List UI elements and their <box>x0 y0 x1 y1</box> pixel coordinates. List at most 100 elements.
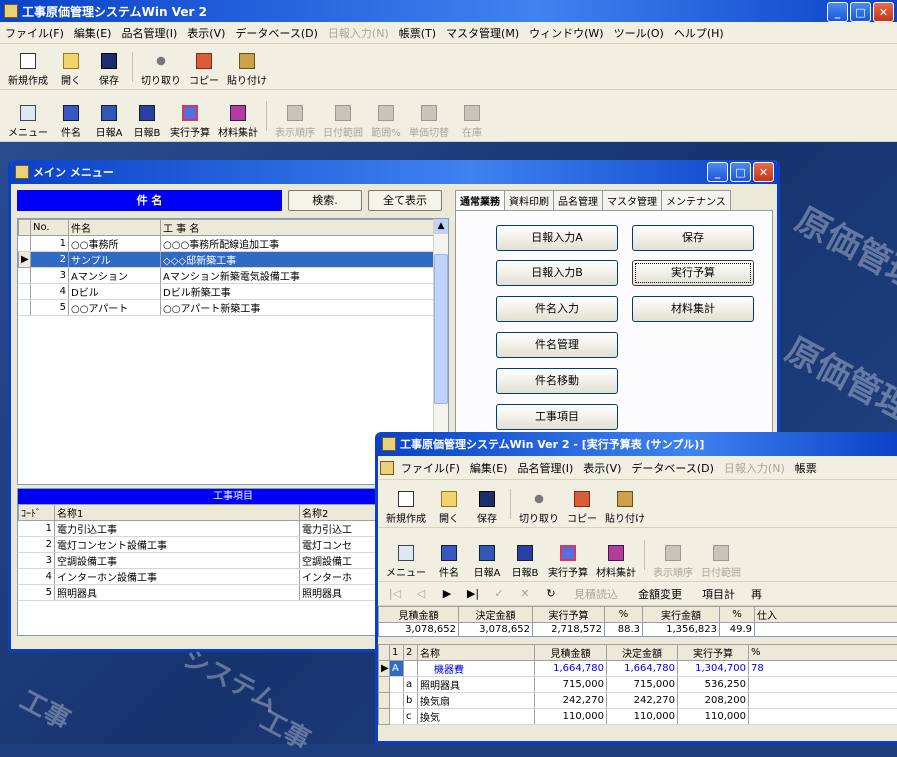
menu-help[interactable]: ヘルプ(H) <box>669 25 729 41</box>
range-percent-button: 範囲% <box>367 105 405 139</box>
tab-item-management[interactable]: 品名管理 <box>553 190 603 210</box>
tab-master-management[interactable]: マスタ管理 <box>602 190 662 210</box>
menu-item-management[interactable]: 品名管理(I) <box>116 25 182 41</box>
grid-row[interactable]: b換気扇 242,270242,270208,200 <box>379 693 897 709</box>
open-button[interactable]: 開く <box>430 491 468 525</box>
minimize-button[interactable]: _ <box>827 2 848 22</box>
cut-button[interactable]: 切り取り <box>515 491 563 525</box>
amount-change-button[interactable]: 金額変更 <box>628 586 692 602</box>
budget-title-bar[interactable]: 工事原価管理システムWin Ver 2 - [実行予算表 (サンプル)] <box>378 432 897 456</box>
menu-button[interactable]: メニュー <box>382 545 430 579</box>
new-button[interactable]: 新規作成 <box>4 53 52 87</box>
menu-database[interactable]: データベース(D) <box>626 460 719 476</box>
app-title-bar[interactable]: 工事原価管理システムWin Ver 2 _ □ ✕ <box>0 0 897 22</box>
column-header-level2[interactable]: 2 <box>404 645 418 661</box>
grid-row[interactable]: a照明器具 715,000715,000536,250 <box>379 677 897 693</box>
column-header-decided[interactable]: 決定金額 <box>607 645 678 661</box>
material-summary-button[interactable]: 材料集計 <box>214 105 262 139</box>
daily-input-a-button[interactable]: 日報入力A <box>496 225 618 251</box>
nav-next-icon[interactable]: ▶ <box>434 587 460 600</box>
main-menu-title-bar[interactable]: メイン メニュー _ □ ✕ <box>11 160 777 184</box>
menu-view[interactable]: 表示(V) <box>578 460 626 476</box>
daily-input-b-button[interactable]: 日報入力B <box>496 260 618 286</box>
table-row[interactable]: 4DビルDビル新築工事 <box>19 284 434 300</box>
subject-button[interactable]: 件名 <box>430 545 468 579</box>
execution-budget-button[interactable]: 実行予算 <box>544 545 592 579</box>
recalc-button[interactable]: 再 <box>745 586 768 602</box>
grid-row[interactable]: c換気 110,000110,000110,000 <box>379 709 897 725</box>
menu-view[interactable]: 表示(V) <box>182 25 230 41</box>
execution-budget-button[interactable]: 実行予算 <box>166 105 214 139</box>
date-range-button: 日付範囲 <box>697 545 745 579</box>
close-button[interactable]: ✕ <box>753 162 774 182</box>
menu-tools[interactable]: ツール(O) <box>609 25 669 41</box>
minimize-button[interactable]: _ <box>707 162 728 182</box>
menu-database[interactable]: データベース(D) <box>230 25 323 41</box>
tab-document-print[interactable]: 資料印刷 <box>504 190 554 210</box>
open-button[interactable]: 開く <box>52 53 90 87</box>
column-header-subject[interactable]: 件名 <box>69 220 161 236</box>
daily-report-b-button[interactable]: 日報B <box>506 545 544 579</box>
search-button[interactable]: 検索. <box>288 190 362 211</box>
menu-reports[interactable]: 帳票 <box>790 460 822 476</box>
subject-move-button[interactable]: 件名移動 <box>496 368 618 394</box>
subject-input-button[interactable]: 件名入力 <box>496 296 618 322</box>
column-header-name[interactable]: 名称 <box>418 645 535 661</box>
save-button[interactable]: 保存 <box>90 53 128 87</box>
daily-report-a-button[interactable]: 日報A <box>468 545 506 579</box>
column-header-name1[interactable]: 名称1 <box>55 505 300 521</box>
new-doc-icon <box>20 53 36 69</box>
material-summary-menu-button[interactable]: 材料集計 <box>632 296 754 322</box>
work-items-button[interactable]: 工事項目 <box>496 404 618 430</box>
menu-file[interactable]: ファイル(F) <box>0 25 69 41</box>
table-row[interactable]: 5○○アパート○○アパート新築工事 <box>19 300 434 316</box>
daily-report-a-button[interactable]: 日報A <box>90 105 128 139</box>
paste-button[interactable]: 貼り付け <box>223 53 271 87</box>
column-header-budget[interactable]: 実行予算 <box>678 645 749 661</box>
item-total-button[interactable]: 項目計 <box>692 586 745 602</box>
menu-master[interactable]: マスタ管理(M) <box>441 25 524 41</box>
menu-reports[interactable]: 帳票(T) <box>394 25 441 41</box>
menu-edit[interactable]: 編集(E) <box>465 460 513 476</box>
menu-window[interactable]: ウィンドウ(W) <box>524 25 608 41</box>
grid-row-selected[interactable]: ▶ A 機器費 1,664,780 1,664,780 1,304,700 78 <box>379 661 897 677</box>
tab-maintenance[interactable]: メンテナンス <box>661 190 731 210</box>
paste-button[interactable]: 貼り付け <box>601 491 649 525</box>
menu-file[interactable]: ファイル(F) <box>396 460 465 476</box>
restore-button[interactable]: □ <box>730 162 751 182</box>
column-header-code[interactable]: ｺｰﾄﾞ <box>19 505 55 521</box>
menu-item-management[interactable]: 品名管理(I) <box>512 460 578 476</box>
show-all-button[interactable]: 全て表示 <box>368 190 442 211</box>
subject-button[interactable]: 件名 <box>52 105 90 139</box>
save-menu-button[interactable]: 保存 <box>632 225 754 251</box>
budget-detail-grid: 1 2 名称 見積金額 決定金額 実行予算 % ▶ A 機器費 1,664,78… <box>378 644 897 725</box>
tab-regular-work[interactable]: 通常業務 <box>455 190 505 210</box>
column-header-no[interactable]: No. <box>31 220 69 236</box>
table-row-selected[interactable]: ▶2サンプル◇◇◇邸新築工事 <box>19 252 434 268</box>
scroll-thumb[interactable] <box>434 254 448 404</box>
daily-report-b-button[interactable]: 日報B <box>128 105 166 139</box>
copy-button[interactable]: コピー <box>185 53 223 87</box>
new-button[interactable]: 新規作成 <box>382 491 430 525</box>
subject-management-button[interactable]: 件名管理 <box>496 332 618 358</box>
menu-button[interactable]: メニュー <box>4 105 52 139</box>
save-button[interactable]: 保存 <box>468 491 506 525</box>
material-summary-button[interactable]: 材料集計 <box>592 545 640 579</box>
column-header-work-name[interactable]: 工 事 名 <box>161 220 434 236</box>
column-header-level1[interactable]: 1 <box>390 645 404 661</box>
table-row[interactable]: 3AマンションAマンション新築電気設備工事 <box>19 268 434 284</box>
execution-budget-menu-button[interactable]: 実行予算 <box>632 260 754 286</box>
scroll-up-arrow-icon[interactable]: ▲ <box>434 219 448 234</box>
column-header-percent[interactable]: % <box>749 645 897 661</box>
execution-budget-icon <box>182 105 198 121</box>
nav-refresh-icon[interactable]: ↻ <box>538 587 564 600</box>
column-header-estimate[interactable]: 見積金額 <box>535 645 607 661</box>
close-button[interactable]: ✕ <box>873 2 894 22</box>
nav-last-icon[interactable]: ▶| <box>460 587 486 600</box>
summary-budget-value: 2,718,572 <box>533 623 605 637</box>
table-row[interactable]: 1○○事務所○○○事務所配線追加工事 <box>19 236 434 252</box>
menu-edit[interactable]: 編集(E) <box>69 25 117 41</box>
copy-button[interactable]: コピー <box>563 491 601 525</box>
cut-button[interactable]: 切り取り <box>137 53 185 87</box>
maximize-button[interactable]: □ <box>850 2 871 22</box>
